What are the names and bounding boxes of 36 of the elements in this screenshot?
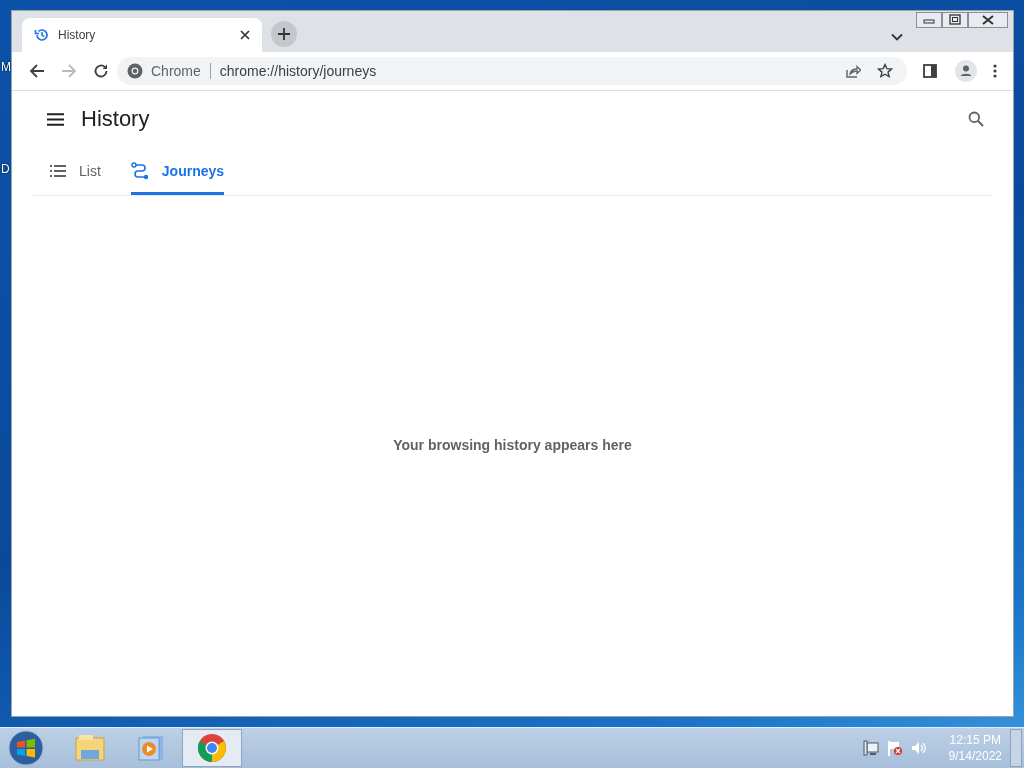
- close-icon[interactable]: [239, 29, 251, 41]
- star-icon[interactable]: [877, 63, 893, 79]
- share-icon[interactable]: [845, 63, 861, 79]
- maximize-button[interactable]: [942, 12, 968, 28]
- dropdown-caret-icon[interactable]: [891, 32, 903, 41]
- address-bar[interactable]: Chrome chrome://history/journeys: [117, 57, 907, 85]
- network-icon[interactable]: [862, 740, 879, 756]
- new-tab-button[interactable]: [271, 21, 297, 47]
- side-panel-icon[interactable]: [923, 64, 937, 78]
- page-tab[interactable]: Journeys: [130, 147, 225, 195]
- reload-button[interactable]: [93, 63, 109, 79]
- close-button[interactable]: [968, 12, 1008, 28]
- desktop-icon-label[interactable]: M: [1, 60, 11, 74]
- start-button[interactable]: [8, 730, 44, 766]
- menu-icon[interactable]: [993, 64, 997, 78]
- history-icon: [34, 27, 50, 43]
- search-icon[interactable]: [968, 111, 984, 127]
- desktop-icon-label[interactable]: D: [1, 162, 10, 176]
- chrome-icon: [197, 733, 227, 763]
- page-tab[interactable]: List: [50, 147, 101, 195]
- empty-state-message: Your browsing history appears here: [393, 437, 632, 453]
- menu-icon[interactable]: [47, 112, 64, 126]
- profile-icon[interactable]: [955, 60, 977, 82]
- flag-icon[interactable]: [886, 740, 903, 756]
- tab-title: History: [58, 28, 97, 42]
- site-chip: Chrome: [151, 63, 211, 79]
- list-icon: [50, 165, 66, 177]
- media-player-icon: [138, 735, 164, 761]
- back-button[interactable]: [29, 63, 45, 79]
- page-title: History: [81, 106, 150, 132]
- chrome-logo-icon: [127, 63, 143, 79]
- browser-tab[interactable]: History: [22, 18, 262, 52]
- url-text: chrome://history/journeys: [219, 63, 377, 79]
- folder-icon: [75, 734, 105, 762]
- taskbar-app-button[interactable]: [182, 729, 242, 767]
- route-icon: [130, 162, 149, 180]
